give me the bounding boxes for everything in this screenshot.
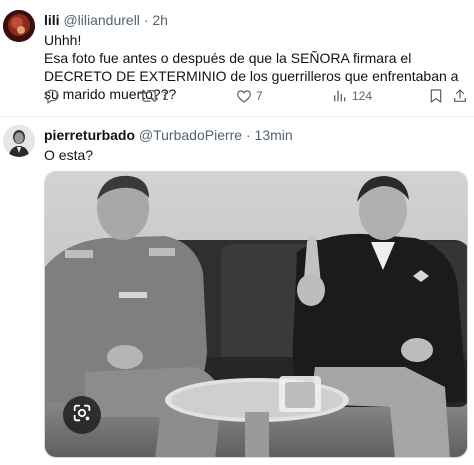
views-icon (332, 88, 348, 104)
google-lens-icon (71, 402, 93, 429)
like-button[interactable]: 7 (236, 88, 263, 104)
like-count: 7 (256, 89, 263, 103)
user-handle[interactable]: @TurbadoPierre (139, 127, 242, 143)
view-count: 124 (352, 89, 373, 103)
tweet-lili[interactable]: lili @liliandurell · 2h Uhhh! Esa foto f… (0, 0, 474, 116)
tweet-header: pierreturbado @TurbadoPierre · 13min (44, 126, 293, 144)
tweet-actions: 1 7 124 (44, 88, 468, 108)
tweet-text: O esta? (44, 146, 93, 164)
tweet-text-line: O esta? (44, 147, 94, 163)
separator-dot: · (143, 12, 149, 28)
retweet-icon (140, 88, 158, 104)
tweet-text-line: Uhhh! (44, 32, 82, 48)
share-icon (452, 88, 468, 104)
tweet-photo[interactable] (44, 171, 468, 458)
display-name[interactable]: lili (44, 12, 60, 28)
bookmark-icon (428, 88, 444, 104)
retweet-button[interactable]: 1 (140, 88, 169, 104)
separator-dot: · (245, 127, 251, 143)
reply-button[interactable] (44, 88, 64, 104)
share-button[interactable] (452, 88, 468, 104)
timestamp[interactable]: 13min (255, 127, 293, 143)
avatar-lili[interactable] (3, 10, 35, 42)
user-handle[interactable]: @liliandurell (63, 12, 139, 28)
tweet-header: lili @liliandurell · 2h (44, 11, 168, 29)
retweet-count: 1 (162, 89, 169, 103)
views-button[interactable]: 124 (332, 88, 372, 104)
google-lens-button[interactable] (63, 396, 101, 434)
bookmark-button[interactable] (428, 88, 444, 104)
timestamp[interactable]: 2h (152, 12, 168, 28)
avatar-pierreturbado[interactable] (3, 125, 35, 157)
heart-icon (236, 88, 252, 104)
photo-image (45, 172, 467, 457)
display-name[interactable]: pierreturbado (44, 127, 135, 143)
reply-icon (44, 88, 60, 104)
